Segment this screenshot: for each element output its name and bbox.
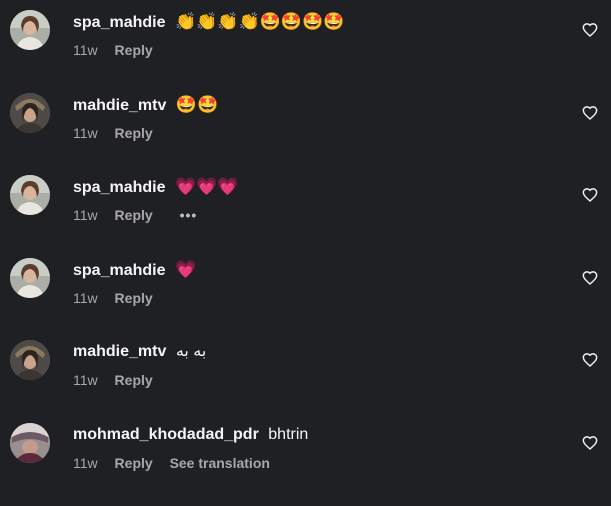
comment-item: spa_mahdie 💗💗💗 11w Reply •••	[0, 175, 611, 245]
avatar[interactable]	[10, 423, 50, 463]
comment-item: mahdie_mtv به به 11w Reply	[0, 340, 611, 410]
heart-outline-icon[interactable]	[582, 435, 598, 451]
avatar[interactable]	[10, 258, 50, 298]
reply-button[interactable]: Reply	[115, 290, 153, 306]
more-options-icon[interactable]: •••	[180, 206, 198, 224]
comment-text: به به	[175, 343, 207, 360]
comment-timestamp[interactable]: 11w	[73, 290, 98, 306]
comment-body: spa_mahdie 💗 11w Reply	[73, 258, 571, 307]
avatar[interactable]	[10, 10, 50, 50]
heart-outline-icon[interactable]	[582, 270, 598, 286]
comment-body: mohmad_khodadad_pdr bhtrin 11w Reply See…	[73, 423, 571, 472]
avatar[interactable]	[10, 93, 50, 133]
reply-button[interactable]: Reply	[115, 455, 153, 471]
profile-photo-icon	[10, 175, 50, 215]
comment-timestamp[interactable]: 11w	[73, 455, 98, 471]
comment-text: 💗💗💗	[174, 177, 239, 197]
comment-item: spa_mahdie 👏👏👏👏🤩🤩🤩🤩 11w Reply	[0, 10, 611, 80]
comment-body: spa_mahdie 👏👏👏👏🤩🤩🤩🤩 11w Reply	[73, 10, 571, 59]
profile-photo-icon	[10, 258, 50, 298]
avatar[interactable]	[10, 175, 50, 215]
comment-username[interactable]: mohmad_khodadad_pdr	[73, 426, 259, 443]
comment-body: spa_mahdie 💗💗💗 11w Reply •••	[73, 175, 571, 224]
comment-timestamp[interactable]: 11w	[73, 125, 98, 141]
reply-button[interactable]: Reply	[115, 125, 153, 141]
profile-photo-icon	[10, 423, 50, 463]
comment-text: bhtrin	[268, 426, 309, 443]
reply-button[interactable]: Reply	[115, 207, 153, 223]
comment-item: mahdie_mtv 🤩🤩 11w Reply	[0, 93, 611, 163]
comment-body: mahdie_mtv به به 11w Reply	[73, 340, 571, 389]
comment-username[interactable]: spa_mahdie	[73, 179, 165, 196]
comment-text: 👏👏👏👏🤩🤩🤩🤩	[174, 12, 345, 32]
comment-timestamp[interactable]: 11w	[73, 42, 98, 58]
profile-photo-icon	[10, 93, 50, 133]
avatar[interactable]	[10, 340, 50, 380]
profile-photo-icon	[10, 10, 50, 50]
comment-timestamp[interactable]: 11w	[73, 372, 98, 388]
heart-outline-icon[interactable]	[582, 352, 598, 368]
reply-button[interactable]: Reply	[115, 372, 153, 388]
comment-text: 💗	[174, 260, 197, 280]
comment-text: 🤩🤩	[175, 95, 219, 115]
comment-item: mohmad_khodadad_pdr bhtrin 11w Reply See…	[0, 423, 611, 493]
heart-outline-icon[interactable]	[582, 187, 598, 203]
comment-timestamp[interactable]: 11w	[73, 207, 98, 223]
comment-list: spa_mahdie 👏👏👏👏🤩🤩🤩🤩 11w Reply mahdie_mtv…	[0, 0, 611, 506]
comment-username[interactable]: mahdie_mtv	[73, 343, 166, 360]
heart-outline-icon[interactable]	[582, 22, 598, 38]
see-translation-button[interactable]: See translation	[170, 455, 270, 471]
comment-username[interactable]: spa_mahdie	[73, 262, 165, 279]
comment-item: spa_mahdie 💗 11w Reply	[0, 258, 611, 328]
reply-button[interactable]: Reply	[115, 42, 153, 58]
comment-username[interactable]: mahdie_mtv	[73, 97, 166, 114]
comment-body: mahdie_mtv 🤩🤩 11w Reply	[73, 93, 571, 142]
profile-photo-icon	[10, 340, 50, 380]
heart-outline-icon[interactable]	[582, 105, 598, 121]
comment-username[interactable]: spa_mahdie	[73, 14, 165, 31]
